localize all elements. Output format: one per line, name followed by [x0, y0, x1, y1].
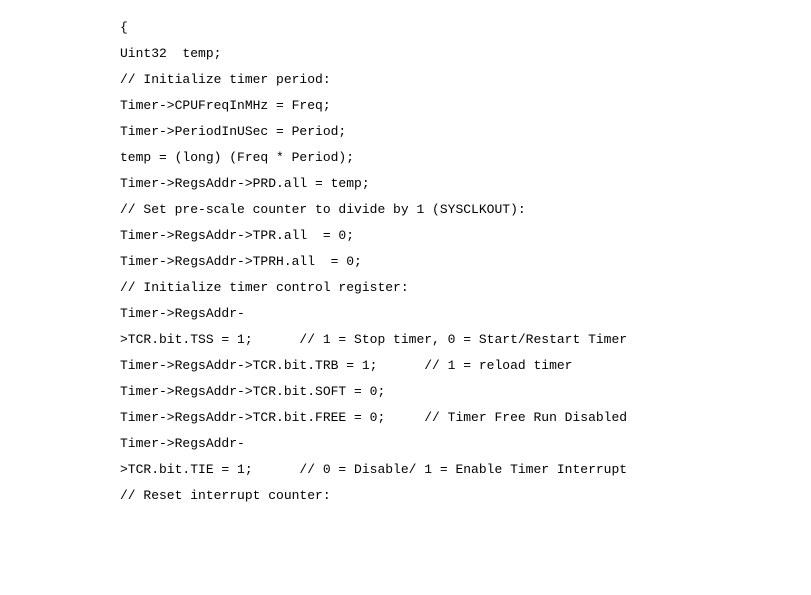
code-line: Timer->CPUFreqInMHz = Freq; — [120, 93, 781, 119]
code-line: Timer->RegsAddr->TCR.bit.TRB = 1; // 1 =… — [120, 353, 781, 379]
code-line: Timer->RegsAddr->TCR.bit.SOFT = 0; — [120, 379, 781, 405]
code-line: Uint32 temp; — [120, 41, 781, 67]
code-line: Timer->RegsAddr->TCR.bit.FREE = 0; // Ti… — [120, 405, 781, 431]
code-line: Timer->PeriodInUSec = Period; — [120, 119, 781, 145]
code-line: // Set pre-scale counter to divide by 1 … — [120, 197, 781, 223]
code-container: { Uint32 temp; // Initialize timer perio… — [0, 0, 811, 524]
code-line: // Initialize timer period: — [120, 67, 781, 93]
code-line: Timer->RegsAddr- — [120, 301, 781, 327]
code-line: // Initialize timer control register: — [120, 275, 781, 301]
code-line: Timer->RegsAddr->PRD.all = temp; — [120, 171, 781, 197]
code-line: Timer->RegsAddr->TPRH.all = 0; — [120, 249, 781, 275]
code-line: // Reset interrupt counter: — [120, 483, 781, 509]
code-line: >TCR.bit.TIE = 1; // 0 = Disable/ 1 = En… — [120, 457, 781, 483]
code-line: { — [120, 15, 781, 41]
code-line: >TCR.bit.TSS = 1; // 1 = Stop timer, 0 =… — [120, 327, 781, 353]
code-line: temp = (long) (Freq * Period); — [120, 145, 781, 171]
code-line: Timer->RegsAddr->TPR.all = 0; — [120, 223, 781, 249]
code-line: Timer->RegsAddr- — [120, 431, 781, 457]
